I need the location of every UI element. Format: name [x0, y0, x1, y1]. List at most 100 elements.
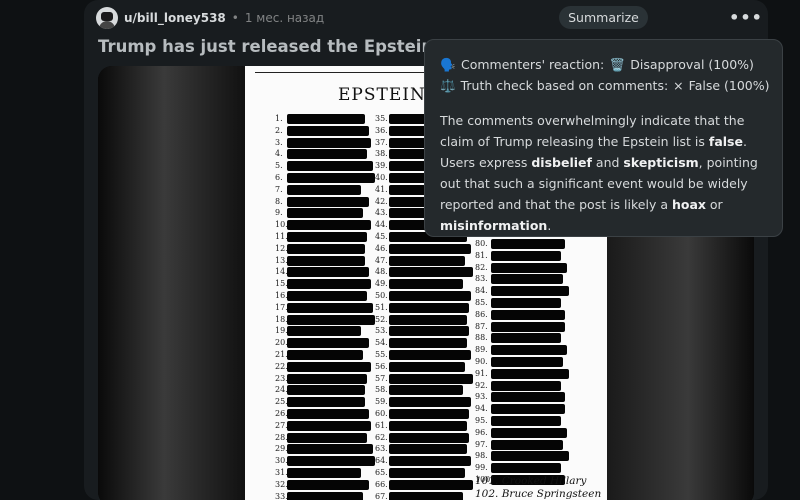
list-number: 6.: [275, 172, 283, 182]
list-number: 12.: [275, 243, 288, 253]
summary-text-part: .: [547, 218, 552, 233]
redaction-bar: [287, 456, 375, 467]
list-number: 64.: [375, 456, 388, 466]
redaction-bar: [491, 415, 561, 426]
redaction-bar: [287, 491, 363, 500]
list-number: 37.: [375, 137, 388, 147]
post-title[interactable]: Trump has just released the Epstein list: [98, 37, 468, 56]
redaction-bar: [287, 467, 361, 478]
redaction-bar: [491, 368, 569, 379]
redaction-bar: [389, 373, 473, 384]
speaking-head-icon: 🗣️: [440, 57, 456, 72]
list-number: 33.: [275, 491, 288, 500]
redaction-bar: [491, 297, 561, 308]
list-number: 88.: [475, 333, 488, 343]
handwritten-entry-102: 102. Bruce Springsteen: [475, 488, 602, 500]
list-number: 67.: [375, 491, 388, 500]
reaction-label: Commenters' reaction:: [461, 57, 605, 72]
list-number: 61.: [375, 420, 388, 430]
redaction-bar: [287, 114, 365, 124]
wastebasket-icon: 🗑️: [609, 57, 626, 72]
redaction-bar: [389, 444, 467, 455]
redaction-bar: [287, 420, 371, 431]
redaction-bar: [287, 255, 365, 266]
image-blur-left: [98, 66, 245, 500]
redaction-bar: [491, 392, 565, 403]
list-number: 40.: [375, 172, 388, 182]
truth-check-label: Truth check based on comments:: [460, 78, 669, 93]
redaction-bar: [491, 274, 563, 285]
redaction-bar: [389, 243, 471, 254]
redaction-bar: [389, 290, 471, 301]
summary-keyword-false: false: [708, 134, 743, 149]
redaction-bar: [389, 349, 471, 360]
post-timestamp: 1 мес. назад: [244, 11, 325, 25]
redaction-bar: [389, 479, 473, 490]
list-number: 89.: [475, 345, 488, 355]
list-number: 53.: [375, 326, 388, 336]
list-number: 13.: [275, 255, 288, 265]
list-number: 8.: [275, 196, 283, 206]
redaction-bar: [287, 349, 363, 360]
more-options-icon[interactable]: •••: [729, 8, 762, 27]
list-number: 4.: [275, 149, 283, 159]
list-number: 39.: [375, 161, 388, 171]
list-number: 14.: [275, 267, 288, 277]
truth-check-value: False (100%): [688, 78, 770, 93]
list-number: 87.: [475, 321, 488, 331]
list-number: 80.: [475, 239, 488, 248]
list-number: 52.: [375, 314, 388, 324]
list-number: 98.: [475, 451, 488, 461]
redaction-bar: [287, 220, 371, 231]
list-number: 99.: [475, 463, 488, 473]
redaction-bar: [491, 380, 561, 391]
redaction-bar: [491, 286, 569, 297]
redaction-bar: [287, 161, 373, 172]
list-number: 85.: [475, 297, 488, 307]
redaction-bar: [491, 250, 561, 261]
redaction-bar: [287, 267, 369, 278]
list-number: 95.: [475, 415, 488, 425]
redaction-bar: [389, 420, 467, 431]
redaction-bar: [287, 243, 365, 254]
list-number: 91.: [475, 368, 488, 378]
summary-keyword-skepticism: skepticism: [623, 155, 699, 170]
redaction-bar: [491, 239, 565, 249]
summary-popover: 🗣️ Commenters' reaction: 🗑️ Disapproval …: [424, 39, 783, 237]
redaction-bar: [287, 338, 369, 349]
list-number: 97.: [475, 439, 488, 449]
redaction-bar: [287, 432, 367, 443]
list-number: 30.: [275, 456, 288, 466]
list-number: 31.: [275, 467, 288, 477]
list-number: 83.: [475, 274, 488, 284]
redaction-bar: [389, 467, 465, 478]
post-header: u/bill_loney538 • 1 мес. назад: [96, 6, 324, 30]
redaction-bar: [287, 326, 361, 337]
redaction-bar: [389, 385, 463, 396]
list-number: 93.: [475, 392, 488, 402]
list-number: 28.: [275, 432, 288, 442]
redaction-bar: [389, 397, 471, 408]
summarize-button[interactable]: Summarize: [559, 6, 648, 29]
avatar[interactable]: [96, 7, 118, 29]
list-number: 45.: [375, 231, 388, 241]
redaction-bar: [389, 432, 469, 443]
redaction-bar: [491, 404, 565, 415]
scales-icon: ⚖️: [440, 78, 456, 93]
list-number: 22.: [275, 361, 288, 371]
list-number: 90.: [475, 356, 488, 366]
redaction-bar: [491, 356, 563, 367]
list-number: 21.: [275, 349, 288, 359]
list-number: 17.: [275, 302, 288, 312]
username-link[interactable]: u/bill_loney538: [124, 11, 226, 25]
list-number: 38.: [375, 149, 388, 159]
redaction-bar: [389, 361, 465, 372]
redaction-bar: [389, 267, 473, 278]
list-number: 25.: [275, 397, 288, 407]
redaction-bar: [287, 408, 369, 419]
list-number: 92.: [475, 380, 488, 390]
list-number: 29.: [275, 444, 288, 454]
redaction-bar: [389, 255, 465, 266]
redaction-bar: [287, 385, 365, 396]
redaction-bar: [287, 479, 369, 490]
